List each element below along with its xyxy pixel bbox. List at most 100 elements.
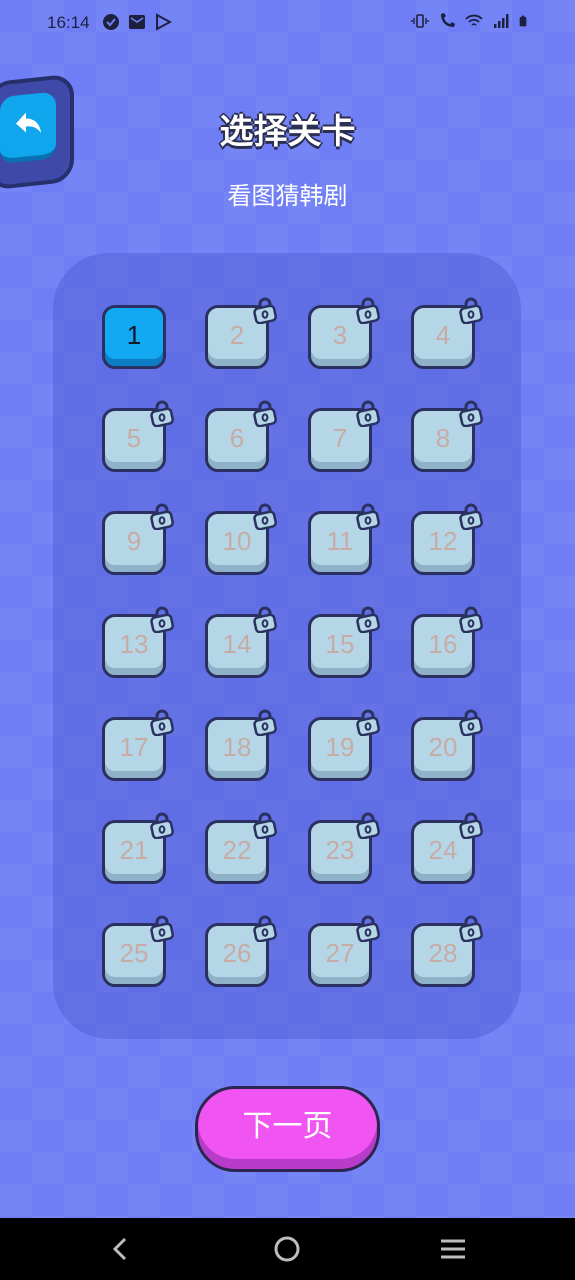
level-tile[interactable]: 5 xyxy=(102,400,174,472)
back-nav-icon[interactable] xyxy=(106,1234,136,1264)
level-number: 7 xyxy=(332,422,348,453)
lock-icon xyxy=(150,812,174,839)
level-number: 28 xyxy=(428,937,458,968)
level-tile[interactable]: 1 xyxy=(102,305,166,369)
level-number: 3 xyxy=(332,319,348,350)
vibrate-icon xyxy=(411,14,429,28)
level-number: 10 xyxy=(222,525,252,556)
level-number: 18 xyxy=(222,731,252,762)
level-number: 21 xyxy=(119,834,149,865)
level-tile[interactable]: 4 xyxy=(411,297,483,369)
level-number: 27 xyxy=(325,937,355,968)
lock-icon xyxy=(459,503,483,530)
level-tile[interactable]: 3 xyxy=(308,297,380,369)
battery-icon xyxy=(519,15,527,27)
home-nav-icon[interactable] xyxy=(272,1234,302,1264)
level-number: 22 xyxy=(222,834,252,865)
lock-icon xyxy=(459,606,483,633)
level-number: 12 xyxy=(428,525,458,556)
lock-icon xyxy=(356,709,380,736)
level-tile[interactable]: 16 xyxy=(411,606,483,678)
status-time: 16:14 xyxy=(47,13,90,32)
level-number: 2 xyxy=(229,319,245,350)
level-number: 25 xyxy=(119,937,149,968)
level-number: 15 xyxy=(325,628,355,659)
system-icons xyxy=(411,12,531,30)
level-number: 13 xyxy=(119,628,149,659)
system-nav-bar xyxy=(0,1218,575,1280)
level-tile[interactable]: 6 xyxy=(205,400,277,472)
lock-icon xyxy=(356,503,380,530)
level-tile[interactable]: 22 xyxy=(205,812,277,884)
level-number: 20 xyxy=(428,731,458,762)
level-tile[interactable]: 14 xyxy=(205,606,277,678)
status-bar: 16:14 xyxy=(0,0,575,48)
lock-icon xyxy=(253,297,277,324)
lock-icon xyxy=(356,812,380,839)
level-tile[interactable]: 9 xyxy=(102,503,174,575)
lock-icon xyxy=(150,606,174,633)
level-number: 5 xyxy=(126,422,142,453)
level-tile[interactable]: 11 xyxy=(308,503,380,575)
lock-icon xyxy=(150,709,174,736)
level-number: 17 xyxy=(119,731,149,762)
level-tile[interactable]: 28 xyxy=(411,915,483,987)
lock-icon xyxy=(253,812,277,839)
lock-icon xyxy=(253,606,277,633)
level-number: 26 xyxy=(222,937,252,968)
lock-icon xyxy=(150,915,174,942)
menu-nav-icon[interactable] xyxy=(438,1234,468,1264)
level-tile[interactable]: 8 xyxy=(411,400,483,472)
level-tile[interactable]: 25 xyxy=(102,915,174,987)
lock-icon xyxy=(356,297,380,324)
level-number: 16 xyxy=(428,628,458,659)
level-tile[interactable]: 10 xyxy=(205,503,277,575)
page-subtitle: 看图猜韩剧 xyxy=(227,182,348,210)
page-title: 选择关卡 xyxy=(219,112,356,152)
level-tile[interactable]: 21 xyxy=(102,812,174,884)
level-tile[interactable]: 23 xyxy=(308,812,380,884)
level-tile[interactable]: 12 xyxy=(411,503,483,575)
level-number: 24 xyxy=(428,834,458,865)
level-number: 4 xyxy=(435,319,451,350)
level-tile[interactable]: 13 xyxy=(102,606,174,678)
level-tile[interactable]: 17 xyxy=(102,709,174,781)
level-number: 9 xyxy=(126,525,142,556)
level-number: 6 xyxy=(229,422,245,453)
lock-icon xyxy=(459,812,483,839)
level-tile[interactable]: 24 xyxy=(411,812,483,884)
mail-icon xyxy=(129,15,145,29)
lock-icon xyxy=(253,709,277,736)
level-tile[interactable]: 18 xyxy=(205,709,277,781)
level-tile[interactable]: 15 xyxy=(308,606,380,678)
level-number: 1 xyxy=(126,319,142,350)
lock-icon xyxy=(459,400,483,427)
level-number: 19 xyxy=(325,731,355,762)
level-tile[interactable]: 20 xyxy=(411,709,483,781)
level-tile[interactable]: 26 xyxy=(205,915,277,987)
lock-icon xyxy=(459,709,483,736)
lock-icon xyxy=(253,400,277,427)
lock-icon xyxy=(459,297,483,324)
notification-icons xyxy=(102,13,172,31)
level-number: 11 xyxy=(326,525,354,556)
level-tile[interactable]: 7 xyxy=(308,400,380,472)
lock-icon xyxy=(150,503,174,530)
signal-icon xyxy=(494,14,509,28)
level-tile[interactable]: 19 xyxy=(308,709,380,781)
lock-icon xyxy=(356,400,380,427)
wifi-call-icon xyxy=(441,13,455,27)
level-number: 14 xyxy=(222,628,252,659)
check-circle-icon xyxy=(103,14,119,30)
lock-icon xyxy=(253,915,277,942)
lock-icon xyxy=(150,400,174,427)
next-page-button[interactable]: 下一页 xyxy=(195,1086,380,1172)
level-tile[interactable]: 27 xyxy=(308,915,380,987)
lock-icon xyxy=(459,915,483,942)
lock-icon xyxy=(356,606,380,633)
lock-icon xyxy=(253,503,277,530)
level-tile[interactable]: 2 xyxy=(205,297,277,369)
level-number: 23 xyxy=(325,834,355,865)
lock-icon xyxy=(356,915,380,942)
wifi-icon xyxy=(465,14,483,26)
